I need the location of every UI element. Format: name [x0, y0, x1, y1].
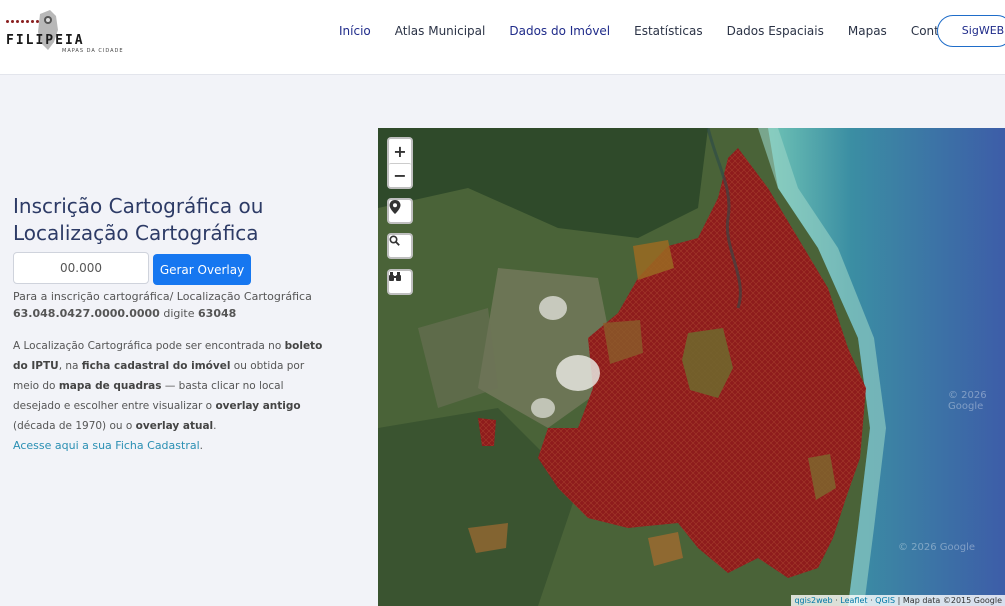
nav-dados-espaciais[interactable]: Dados Espaciais — [727, 24, 824, 38]
nav-dados-do-imovel[interactable]: Dados do Imóvel — [509, 24, 610, 38]
input-hint: Para a inscrição cartográfica/ Localizaç… — [13, 288, 343, 322]
top-navbar: FILIPEIA MAPAS DA CIDADE Início Atlas Mu… — [0, 0, 1005, 75]
qgis-link[interactable]: QGIS — [875, 596, 895, 605]
leaflet-link[interactable]: Leaflet — [840, 596, 867, 605]
qgis2web-link[interactable]: qgis2web — [794, 596, 832, 605]
nav-inicio[interactable]: Início — [339, 24, 371, 38]
desc-bold-mapa: mapa de quadras — [58, 380, 162, 392]
map-data-credit: Map data ©2015 Google — [902, 596, 1002, 605]
zoom-out-button[interactable]: − — [389, 163, 411, 187]
page-title: Inscrição Cartográfica ou Localização Ca… — [13, 194, 264, 245]
map-view[interactable]: © 2026 Google © 2026 Google + − qgis2web… — [378, 128, 1005, 606]
logo-text: FILIPEIA — [6, 33, 85, 48]
hint-code: 63048 — [198, 307, 237, 320]
sigweb-button[interactable]: SigWEB — [937, 15, 1005, 47]
locate-button[interactable] — [387, 198, 413, 224]
main-nav: Início Atlas Municipal Dados do Imóvel E… — [339, 24, 982, 38]
desc-text: (década de 1970) ou o — [13, 420, 133, 432]
desc-text: . — [213, 420, 217, 432]
nav-atlas-municipal[interactable]: Atlas Municipal — [395, 24, 486, 38]
hint-example: 63.048.0427.0000.0000 — [13, 307, 160, 320]
binoculars-icon — [389, 272, 401, 281]
gerar-overlay-button[interactable]: Gerar Overlay — [153, 254, 251, 285]
logo-subtitle: MAPAS DA CIDADE — [62, 48, 124, 54]
search-button[interactable] — [387, 233, 413, 259]
desc-bold-overlay-atual: overlay atual — [135, 420, 214, 432]
desc-bold-overlay-antigo: overlay antigo — [215, 400, 301, 412]
desc-bold-ficha: ficha cadastral do imóvel — [81, 360, 231, 372]
nav-estatisticas[interactable]: Estatísticas — [634, 24, 702, 38]
hint-text: Para a inscrição cartográfica/ Localizaç… — [13, 290, 312, 303]
map-watermark: © 2026 Google — [948, 390, 987, 412]
ficha-cadastral-link[interactable]: Acesse aqui a sua Ficha Cadastral — [13, 439, 200, 452]
measure-button[interactable] — [387, 269, 413, 295]
hint-digite: digite — [163, 307, 195, 320]
nav-mapas[interactable]: Mapas — [848, 24, 887, 38]
map-watermark: © 2026 Google — [898, 542, 976, 553]
map-pin-icon — [389, 200, 401, 214]
satellite-imagery — [378, 128, 1005, 606]
desc-text: A Localização Cartográfica pode ser enco… — [13, 340, 282, 352]
search-icon — [389, 235, 400, 246]
desc-text: , na — [58, 360, 79, 372]
zoom-in-button[interactable]: + — [389, 139, 411, 163]
inscricao-input[interactable] — [13, 252, 149, 284]
zoom-control: + − — [387, 137, 413, 189]
description-paragraph: A Localização Cartográfica pode ser enco… — [13, 340, 323, 452]
filipeia-logo[interactable]: FILIPEIA MAPAS DA CIDADE — [4, 8, 124, 58]
map-attribution: qgis2web · Leaflet · QGIS | Map data ©20… — [791, 595, 1005, 606]
